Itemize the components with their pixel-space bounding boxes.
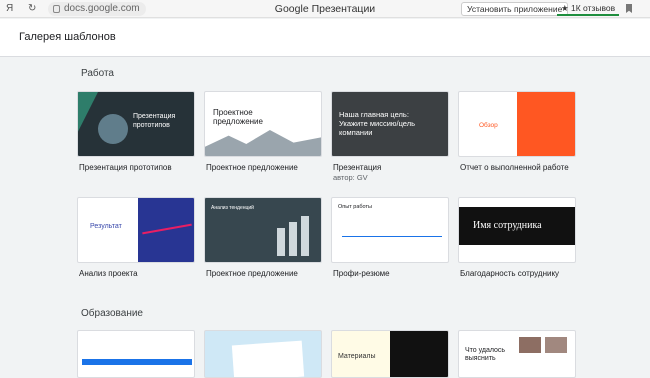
template-card-proposal-2[interactable]: Анализ тенденций — [204, 197, 322, 263]
template-card-resume[interactable]: Опыт работы — [331, 197, 449, 263]
thumb-title: Что удалось выяснить — [465, 347, 506, 362]
template-card-edu-4[interactable]: Что удалось выяснить — [458, 330, 576, 378]
template-card-analysis[interactable]: Результат — [77, 197, 195, 263]
section-title-education: Образование — [81, 308, 143, 319]
card-author: автор: GV — [333, 173, 368, 182]
section-title-work: Работа — [81, 68, 114, 79]
card-label[interactable]: Проектное предложение — [206, 163, 331, 172]
reviews-button[interactable]: ★ 1К отзывов — [557, 2, 620, 16]
install-app-button[interactable]: Установить приложение — [461, 2, 569, 16]
thumb-title: Наша главная цель: Укажите миссию/цель к… — [339, 110, 416, 137]
thumb-image — [519, 337, 541, 353]
template-card-presentation[interactable]: Наша главная цель: Укажите миссию/цель к… — [331, 91, 449, 157]
template-card-prototype[interactable]: Презентация прототипов — [77, 91, 195, 157]
thumb-bar — [301, 216, 309, 256]
template-card-recognition[interactable]: Имя сотрудника — [458, 197, 576, 263]
thumb-timeline — [342, 236, 442, 237]
page-title: Галерея шаблонов — [19, 31, 116, 43]
thumb-title: Имя сотрудника — [473, 220, 542, 231]
thumb-title: Результат — [90, 223, 122, 230]
gallery-header: Галерея шаблонов — [0, 19, 650, 57]
thumb-title: Проектное предложение — [213, 108, 263, 126]
thumb-bar — [277, 228, 285, 256]
thumb-title: Опыт работы — [338, 204, 372, 210]
thumb-bar — [82, 359, 192, 365]
thumb-title: Материалы — [338, 353, 376, 360]
card-label[interactable]: Презентация — [333, 163, 458, 172]
card-label[interactable]: Благодарность сотруднику — [460, 269, 585, 278]
thumb-panel — [390, 331, 448, 377]
template-card-edu-3[interactable]: Материалы — [331, 330, 449, 378]
thumb-bar — [289, 222, 297, 256]
card-label[interactable]: Профи-резюме — [333, 269, 458, 278]
thumb-image — [545, 337, 567, 353]
thumb-image — [205, 130, 321, 156]
thumb-title: Обзор — [479, 122, 498, 129]
card-label[interactable]: Анализ проекта — [79, 269, 204, 278]
card-label[interactable]: Презентация прототипов — [79, 163, 204, 172]
card-label[interactable]: Проектное предложение — [206, 269, 331, 278]
thumb-panel — [517, 92, 575, 156]
template-card-proposal[interactable]: Проектное предложение — [204, 91, 322, 157]
thumb-image — [98, 114, 128, 144]
browser-toolbar: Я ↻ docs.google.com Google Презентации У… — [0, 0, 650, 18]
thumb-decor — [78, 92, 98, 132]
template-card-edu-1[interactable] — [77, 330, 195, 378]
template-card-edu-2[interactable] — [204, 330, 322, 378]
card-label[interactable]: Отчет о выполненной работе — [460, 163, 585, 172]
thumb-title: Презентация прототипов — [133, 113, 176, 129]
thumb-note — [231, 340, 305, 377]
thumb-title: Анализ тенденций — [211, 205, 254, 211]
template-card-report[interactable]: Обзор — [458, 91, 576, 157]
